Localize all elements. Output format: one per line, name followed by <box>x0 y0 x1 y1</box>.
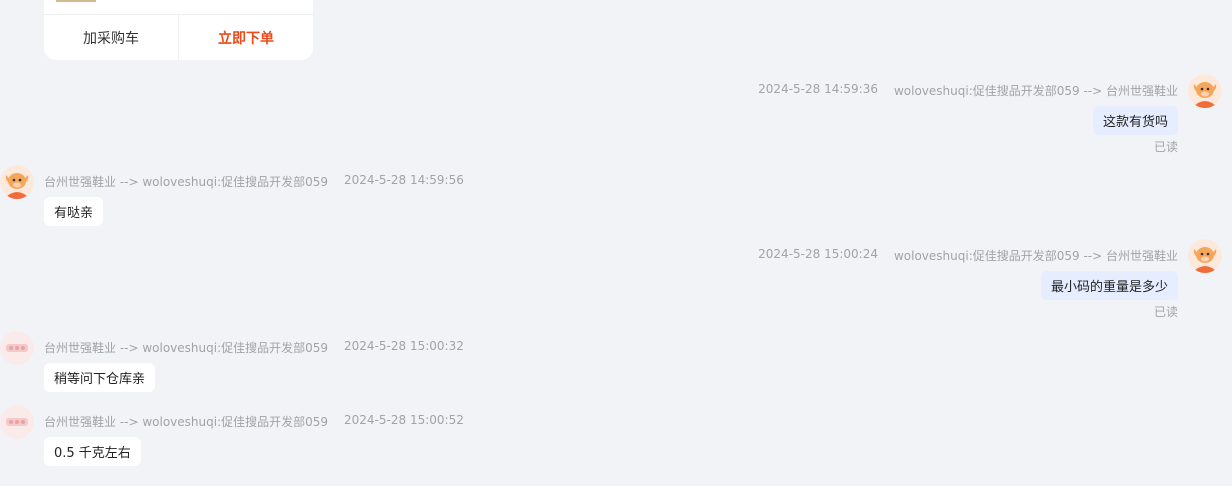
message-time: 2024-5-28 15:00:24 <box>758 247 878 261</box>
message-sender: 台州世强鞋业 --> woloveshuqi:促佳搜品开发部059 <box>44 415 329 429</box>
mascot-avatar-icon[interactable] <box>0 165 34 199</box>
message-time: 2024-5-28 15:00:32 <box>344 339 464 353</box>
message-meta: 2024-5-28 15:00:24 woloveshuqi:促佳搜品开发部05… <box>758 247 1178 264</box>
add-to-cart-button[interactable]: 加采购车 <box>44 15 179 60</box>
message-sender: 台州世强鞋业 --> woloveshuqi:促佳搜品开发部059 <box>44 175 329 189</box>
message-bubble: 稍等问下仓库亲 <box>44 363 156 392</box>
shop-logo-avatar-icon[interactable] <box>0 405 34 439</box>
message-time: 2024-5-28 14:59:56 <box>344 173 464 187</box>
message-meta: 台州世强鞋业 --> woloveshuqi:促佳搜品开发部059 2024-5… <box>44 413 464 430</box>
read-status: 已读 <box>1153 305 1178 319</box>
message-sender: woloveshuqi:促佳搜品开发部059 --> 台州世强鞋业 <box>893 249 1178 263</box>
message-bubble: 0.5 千克左右 <box>44 437 141 466</box>
message-bubble: 这款有货吗 <box>1092 106 1178 135</box>
message-meta: 台州世强鞋业 --> woloveshuqi:促佳搜品开发部059 2024-5… <box>44 339 464 356</box>
message-time: 2024-5-28 14:59:36 <box>758 82 878 96</box>
order-now-button[interactable]: 立即下单 <box>179 15 313 60</box>
message-time: 2024-5-28 15:00:52 <box>344 413 464 427</box>
message-bubble: 有哒亲 <box>44 197 104 226</box>
message-sender: 台州世强鞋业 --> woloveshuqi:促佳搜品开发部059 <box>44 341 329 355</box>
product-card-price-line <box>56 0 96 2</box>
product-card: 加采购车 立即下单 <box>44 0 313 60</box>
read-status: 已读 <box>1153 140 1178 154</box>
message-meta: 2024-5-28 14:59:36 woloveshuqi:促佳搜品开发部05… <box>758 82 1178 99</box>
message-meta: 台州世强鞋业 --> woloveshuqi:促佳搜品开发部059 2024-5… <box>44 173 464 190</box>
message-bubble: 最小码的重量是多少 <box>1040 271 1178 300</box>
mascot-avatar-icon[interactable] <box>1188 74 1222 108</box>
shop-logo-avatar-icon[interactable] <box>0 331 34 365</box>
product-card-actions: 加采购车 立即下单 <box>44 14 313 60</box>
mascot-avatar-icon[interactable] <box>1188 239 1222 273</box>
message-sender: woloveshuqi:促佳搜品开发部059 --> 台州世强鞋业 <box>893 84 1178 98</box>
